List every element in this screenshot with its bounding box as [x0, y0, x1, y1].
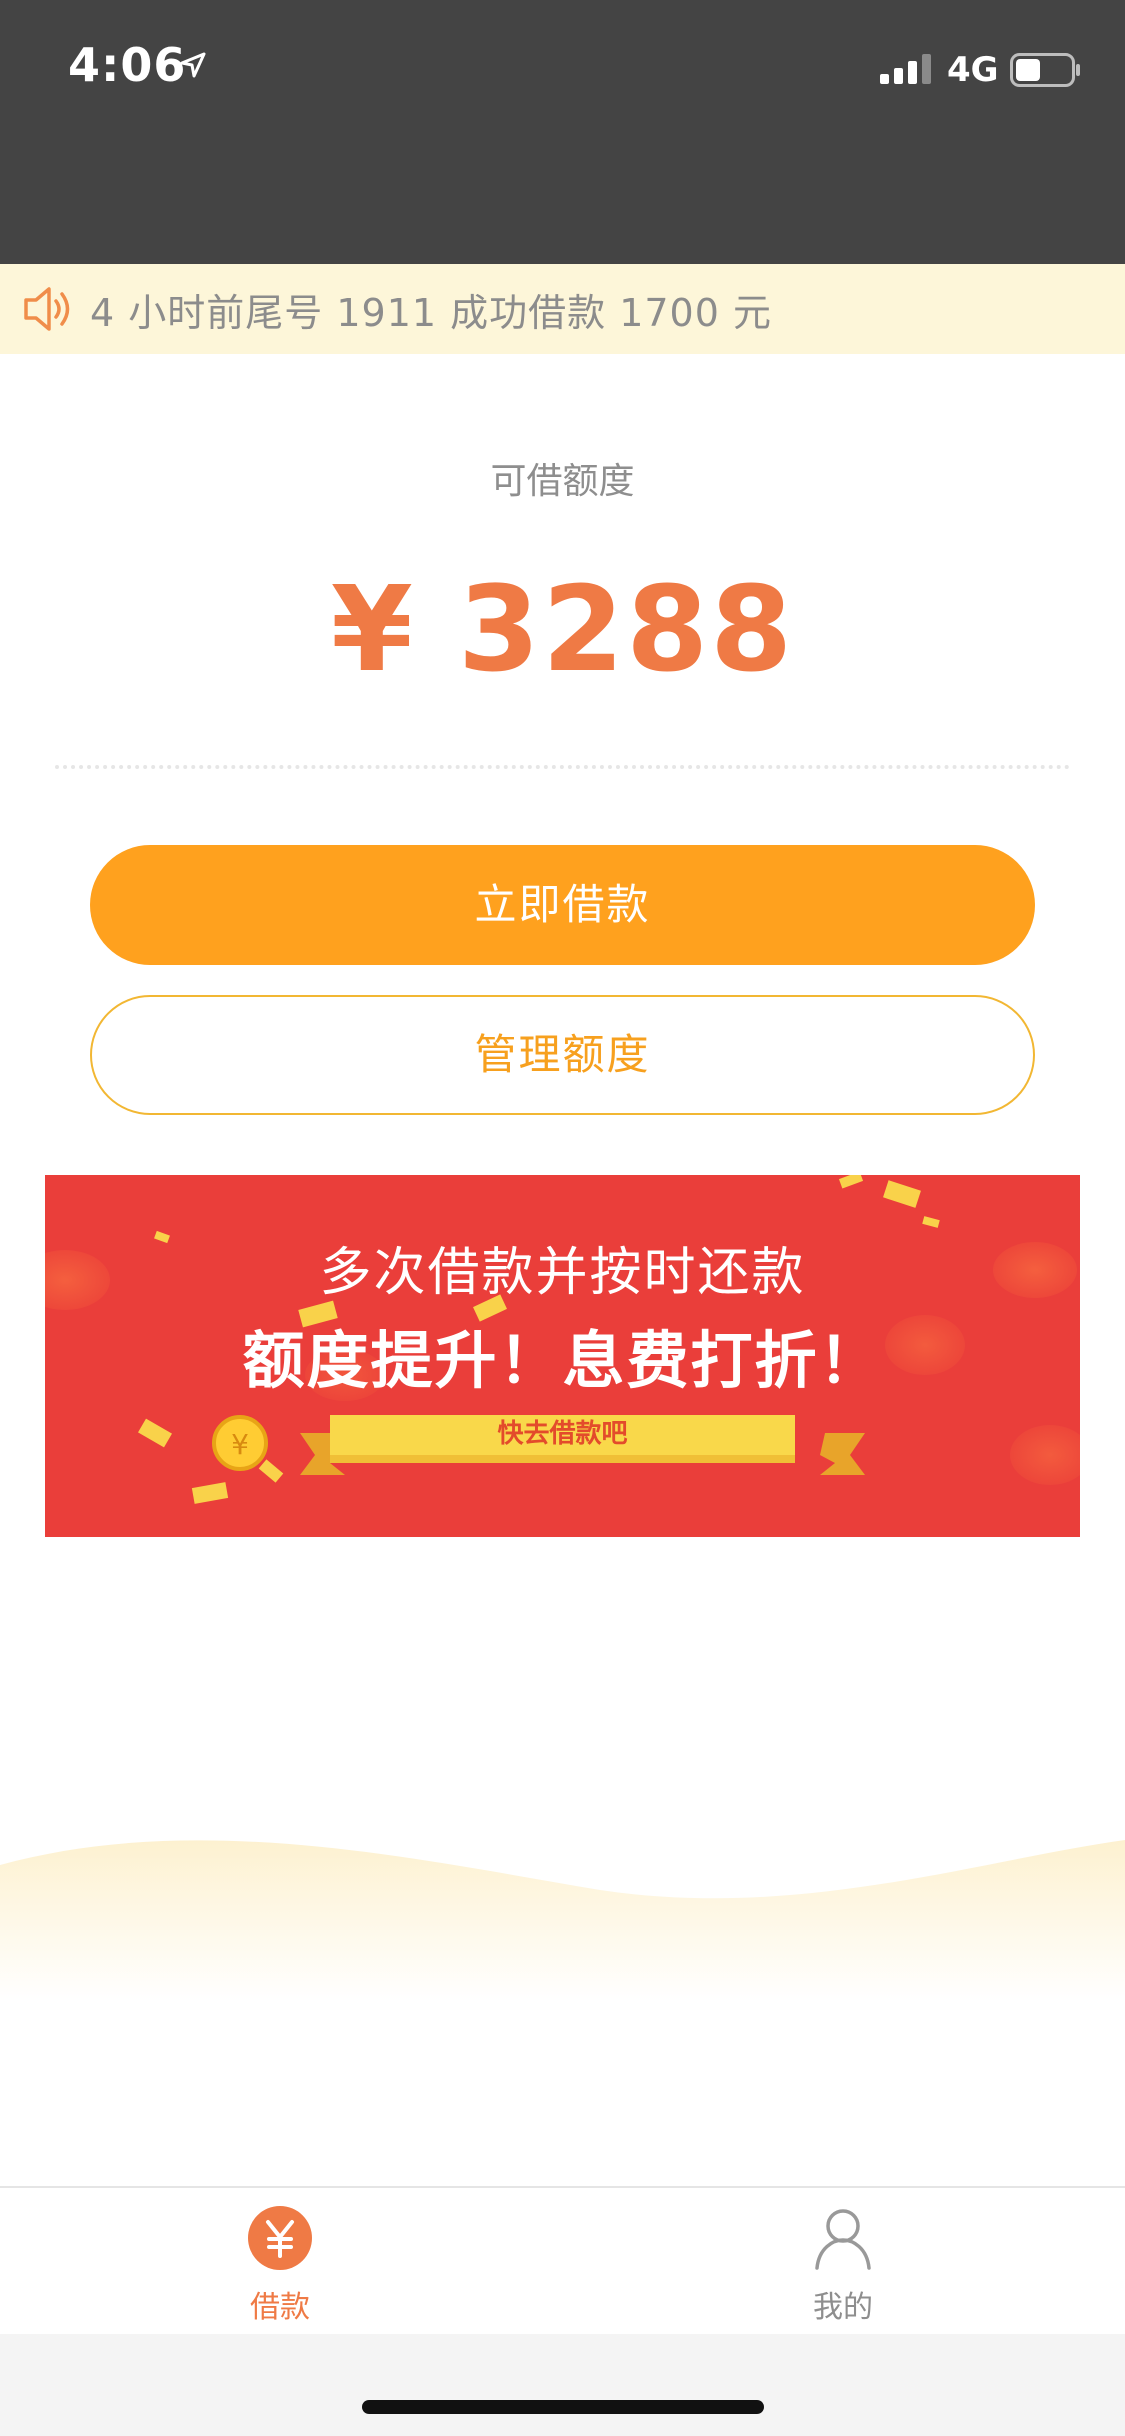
promo-line2: 额度提升！息费打折！ [242, 1324, 883, 1397]
tab-mine-label: 我的 [813, 2290, 873, 2325]
quota-amount: ¥ 3288 [330, 560, 795, 698]
tab-borrow[interactable]: 借款 [180, 2206, 380, 2326]
tab-borrow-label: 借款 [250, 2290, 310, 2325]
borrow-now-button[interactable]: 立即借款 [90, 845, 1035, 965]
battery-icon [1010, 53, 1080, 87]
tab-mine[interactable]: 我的 [743, 2206, 943, 2326]
signal-icon [880, 54, 931, 84]
divider [55, 765, 1070, 769]
location-arrow-icon [180, 52, 206, 78]
status-bar: 4:06 4G [0, 0, 1125, 264]
network-label: 4G [947, 50, 999, 90]
yuan-icon [248, 2206, 312, 2270]
notice-text: 4 小时前尾号 1911 成功借款 1700 元 [90, 291, 772, 335]
notice-bar: 4 小时前尾号 1911 成功借款 1700 元 [0, 264, 1125, 354]
home-indicator-area [0, 2334, 1125, 2436]
promo-line1: 多次借款并按时还款 [319, 1243, 806, 1303]
speaker-icon [24, 287, 70, 331]
promo-ribbon-label: 快去借款吧 [497, 1419, 628, 1449]
user-icon [815, 2209, 871, 2270]
promo-banner[interactable]: ¥ 多次借款并按时还款 额度提升！息费打折！ 快去借款吧 [45, 1175, 1080, 1537]
manage-quota-button[interactable]: 管理额度 [90, 995, 1035, 1115]
home-indicator[interactable] [362, 2400, 764, 2414]
decorative-wave [0, 1840, 1125, 2000]
status-time: 4:06 [68, 38, 187, 92]
quota-label: 可借额度 [490, 461, 635, 502]
tab-bar: 借款 我的 [0, 2186, 1125, 2334]
